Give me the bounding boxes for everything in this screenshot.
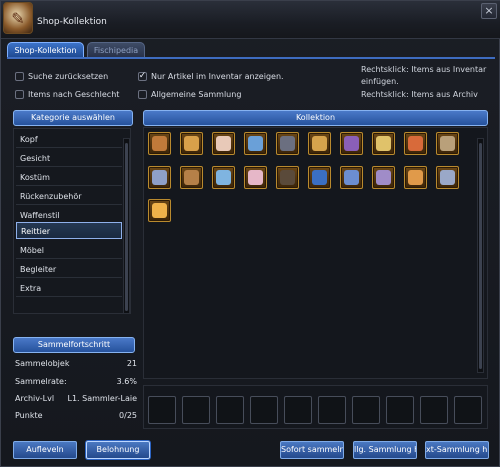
stat-value: 21: [126, 359, 137, 368]
collection-item[interactable]: [404, 166, 427, 189]
collection-item[interactable]: [148, 166, 171, 189]
stat-label: Archiv-Lvl: [15, 394, 55, 403]
collection-grid: [143, 127, 488, 379]
stat-label: Sammelobjek: [15, 359, 70, 368]
collection-header: Kollektion: [143, 110, 488, 126]
stat-row: Punkte 0/25: [15, 411, 137, 420]
reset-search-label: Suche zurücksetzen: [28, 72, 109, 81]
title-bar[interactable]: ✎ Shop-Kollektion ×: [1, 1, 500, 39]
collection-item[interactable]: [340, 132, 363, 155]
collection-item[interactable]: [436, 166, 459, 189]
collection-slot[interactable]: [148, 396, 176, 424]
category-scrollbar[interactable]: [123, 138, 130, 314]
text-collection-hint-button[interactable]: xt-Sammlung hi: [425, 441, 489, 459]
hint-line-3: Rechtsklick: Items aus Archiv: [361, 90, 478, 99]
collection-slot[interactable]: [420, 396, 448, 424]
stat-row: Archiv-Lvl L1. Sammler-Laie: [15, 394, 137, 403]
collection-slots: [143, 385, 488, 429]
tab-fishipedia[interactable]: Fischipedia: [87, 42, 145, 58]
collection-item[interactable]: [244, 166, 267, 189]
tab-underline: [7, 57, 495, 59]
stat-value: 3.6%: [116, 377, 137, 386]
collection-scrollbar[interactable]: [477, 138, 484, 373]
reset-search-checkbox[interactable]: [15, 72, 24, 81]
general-collection-checkbox[interactable]: [138, 90, 147, 99]
collection-item[interactable]: [340, 166, 363, 189]
general-collection-hint-button[interactable]: llg. Sammlung hi: [353, 441, 417, 459]
collection-item[interactable]: [244, 132, 267, 155]
hint-line-2: einfügen.: [361, 77, 399, 86]
collection-slot[interactable]: [182, 396, 210, 424]
collect-now-button[interactable]: Sofort sammeln: [280, 441, 344, 459]
category-list: Kopf Gesicht Kostüm Rückenzubehör Waffen…: [13, 128, 131, 314]
collection-item[interactable]: [276, 132, 299, 155]
collection-item[interactable]: [212, 132, 235, 155]
stat-value: L1. Sammler-Laie: [67, 394, 137, 403]
collection-item[interactable]: [372, 166, 395, 189]
stat-label: Punkte: [15, 411, 43, 420]
category-item-begleiter[interactable]: Begleiter: [16, 261, 122, 278]
category-item-kopf[interactable]: Kopf: [16, 131, 122, 148]
collection-slot[interactable]: [318, 396, 346, 424]
category-item-rueckenzubehoer[interactable]: Rückenzubehör: [16, 188, 122, 205]
general-collection-label: Allgemeine Sammlung: [151, 90, 242, 99]
reset-search-option[interactable]: Suche zurücksetzen: [15, 72, 108, 81]
collection-slot[interactable]: [352, 396, 380, 424]
collection-slot[interactable]: [386, 396, 414, 424]
window-title: Shop-Kollektion: [37, 17, 107, 27]
stat-row: Sammelobjek 21: [15, 359, 137, 368]
collection-item[interactable]: [308, 166, 331, 189]
level-up-button[interactable]: Aufleveln: [13, 441, 77, 459]
collection-item[interactable]: [148, 199, 171, 222]
by-gender-checkbox[interactable]: [15, 90, 24, 99]
collection-item[interactable]: [180, 132, 203, 155]
book-logo-icon: ✎: [3, 2, 33, 34]
collection-item[interactable]: [308, 132, 331, 155]
progress-stats: Sammelobjek 21 Sammelrate: 3.6% Archiv-L…: [13, 351, 137, 429]
category-item-gesicht[interactable]: Gesicht: [16, 150, 122, 167]
category-scroll-thumb[interactable]: [125, 143, 128, 311]
collection-slot[interactable]: [284, 396, 312, 424]
tab-shop-collection[interactable]: Shop-Kollektion: [7, 42, 84, 58]
stat-value: 0/25: [119, 411, 137, 420]
reward-button[interactable]: Belohnung: [86, 441, 150, 459]
by-gender-label: Items nach Geschlecht: [28, 90, 120, 99]
collection-item[interactable]: [404, 132, 427, 155]
collection-slot[interactable]: [454, 396, 482, 424]
only-inventory-checkbox[interactable]: ✓: [138, 72, 147, 81]
hint-line-1: Rechtsklick: Items aus Inventar: [361, 65, 487, 74]
collection-item[interactable]: [436, 132, 459, 155]
category-item-extra[interactable]: Extra: [16, 280, 122, 297]
stat-label: Sammelrate:: [15, 377, 67, 386]
close-icon[interactable]: ×: [481, 3, 497, 19]
collection-slot[interactable]: [250, 396, 278, 424]
collection-item[interactable]: [212, 166, 235, 189]
collection-item[interactable]: [180, 166, 203, 189]
by-gender-option[interactable]: Items nach Geschlecht: [15, 90, 119, 99]
collection-scroll-thumb[interactable]: [479, 143, 482, 369]
category-header: Kategorie auswählen: [13, 110, 133, 126]
general-collection-option[interactable]: Allgemeine Sammlung: [138, 90, 241, 99]
collection-slot[interactable]: [216, 396, 244, 424]
collection-item[interactable]: [372, 132, 395, 155]
collection-item[interactable]: [148, 132, 171, 155]
shop-collection-window: ✎ Shop-Kollektion × Shop-Kollektion Fisc…: [0, 0, 500, 467]
only-inventory-option[interactable]: ✓ Nur Artikel im Inventar anzeigen.: [138, 72, 284, 81]
collection-item[interactable]: [276, 166, 299, 189]
category-item-kostuem[interactable]: Kostüm: [16, 169, 122, 186]
only-inventory-label: Nur Artikel im Inventar anzeigen.: [151, 72, 284, 81]
stat-row: Sammelrate: 3.6%: [15, 377, 137, 386]
category-item-reittier[interactable]: Reittier: [16, 222, 122, 239]
category-item-moebel[interactable]: Möbel: [16, 242, 122, 259]
